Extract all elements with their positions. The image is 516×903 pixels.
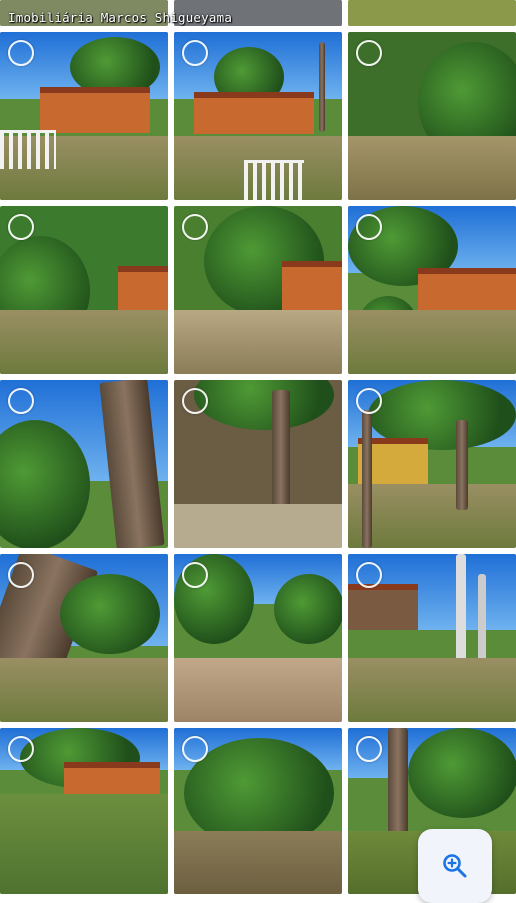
watermark-text: Imobiliária Marcos Shigueyama bbox=[8, 10, 233, 25]
photo-thumbnail[interactable] bbox=[174, 380, 342, 548]
photo-thumbnail[interactable] bbox=[174, 206, 342, 374]
circle-select-icon[interactable] bbox=[8, 736, 34, 762]
circle-select-icon[interactable] bbox=[8, 40, 34, 66]
photo-thumbnail[interactable] bbox=[174, 32, 342, 200]
photo-thumbnail[interactable] bbox=[0, 728, 168, 894]
circle-select-icon[interactable] bbox=[182, 388, 208, 414]
circle-select-icon[interactable] bbox=[8, 562, 34, 588]
circle-select-icon[interactable] bbox=[8, 388, 34, 414]
photo-thumbnail[interactable] bbox=[174, 728, 342, 894]
circle-select-icon[interactable] bbox=[356, 562, 382, 588]
circle-select-icon[interactable] bbox=[356, 40, 382, 66]
zoom-in-button[interactable] bbox=[418, 829, 492, 903]
circle-select-icon[interactable] bbox=[356, 214, 382, 240]
photo-thumbnail[interactable] bbox=[0, 206, 168, 374]
circle-select-icon[interactable] bbox=[182, 562, 208, 588]
photo-thumbnail[interactable] bbox=[348, 32, 516, 200]
photo-thumbnail[interactable] bbox=[0, 380, 168, 548]
circle-select-icon[interactable] bbox=[182, 214, 208, 240]
photo-thumbnail[interactable] bbox=[0, 554, 168, 722]
photo-thumbnail[interactable] bbox=[348, 554, 516, 722]
circle-select-icon[interactable] bbox=[356, 388, 382, 414]
photo-grid bbox=[0, 0, 516, 900]
zoom-in-icon bbox=[443, 854, 467, 878]
photo-thumbnail[interactable] bbox=[174, 554, 342, 722]
photo-thumbnail[interactable] bbox=[348, 380, 516, 548]
circle-select-icon[interactable] bbox=[182, 736, 208, 762]
circle-select-icon[interactable] bbox=[8, 214, 34, 240]
photo-thumbnail[interactable] bbox=[0, 32, 168, 200]
photo-thumbnail[interactable] bbox=[348, 206, 516, 374]
photo-thumbnail-top-3[interactable] bbox=[348, 0, 516, 26]
circle-select-icon[interactable] bbox=[182, 40, 208, 66]
circle-select-icon[interactable] bbox=[356, 736, 382, 762]
